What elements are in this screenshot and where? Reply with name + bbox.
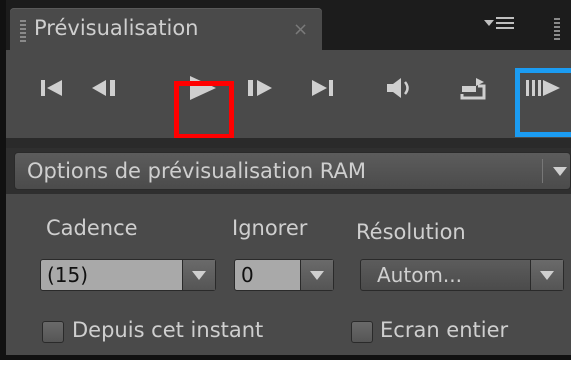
tab-title: Prévisualisation [34, 16, 199, 40]
panel-menu-icon[interactable] [484, 14, 518, 36]
resolution-label: Résolution [356, 220, 466, 244]
drag-grip-icon[interactable] [20, 20, 26, 42]
ram-preview-settings: Cadence Ignorer Résolution (15) 0 Autom.… [6, 194, 571, 355]
ignorer-select[interactable]: 0 [234, 259, 334, 291]
panel-tab-bar: Prévisualisation × [6, 0, 571, 50]
chevron-down-icon [540, 271, 554, 280]
chevron-down-icon [192, 271, 206, 280]
fullscreen-label: Ecran entier [380, 318, 509, 342]
chevron-down-icon [553, 167, 567, 176]
from-current-checkbox[interactable] [42, 321, 64, 343]
ram-preview-highlight [515, 68, 571, 137]
ram-options-label: Options de prévisualisation RAM [27, 159, 367, 183]
divider [6, 138, 571, 148]
last-frame-icon [312, 80, 333, 96]
fullscreen-checkbox[interactable] [351, 321, 373, 343]
playback-controls [6, 50, 571, 138]
dropdown-divider [542, 159, 543, 183]
audio-button[interactable] [382, 68, 418, 128]
cadence-select[interactable]: (15) [40, 259, 216, 291]
loop-icon [460, 78, 486, 100]
play-highlight [174, 81, 234, 139]
audio-icon [387, 78, 409, 98]
previous-frame-button[interactable] [88, 68, 124, 128]
tab-preview[interactable]: Prévisualisation × [10, 8, 322, 50]
resolution-value: Autom... [377, 263, 462, 287]
cadence-label: Cadence [46, 216, 138, 240]
resolution-select[interactable]: Autom... [360, 259, 564, 291]
ram-options-dropdown[interactable]: Options de prévisualisation RAM [14, 152, 571, 190]
drag-grip-icon[interactable] [554, 18, 560, 40]
close-icon[interactable]: × [293, 19, 308, 40]
cadence-value: (15) [47, 263, 89, 287]
next-frame-icon [248, 80, 272, 96]
from-current-label: Depuis cet instant [72, 318, 264, 342]
next-frame-button[interactable] [244, 68, 280, 128]
ignorer-value: 0 [241, 263, 254, 287]
preview-panel: Prévisualisation × Options de prévisuali… [0, 0, 571, 360]
ignorer-label: Ignorer [232, 216, 308, 240]
first-frame-icon [41, 80, 62, 96]
previous-frame-icon [92, 80, 115, 96]
loop-button[interactable] [454, 68, 494, 128]
last-frame-button[interactable] [308, 68, 340, 128]
first-frame-button[interactable] [38, 68, 66, 128]
chevron-down-icon [310, 271, 324, 280]
